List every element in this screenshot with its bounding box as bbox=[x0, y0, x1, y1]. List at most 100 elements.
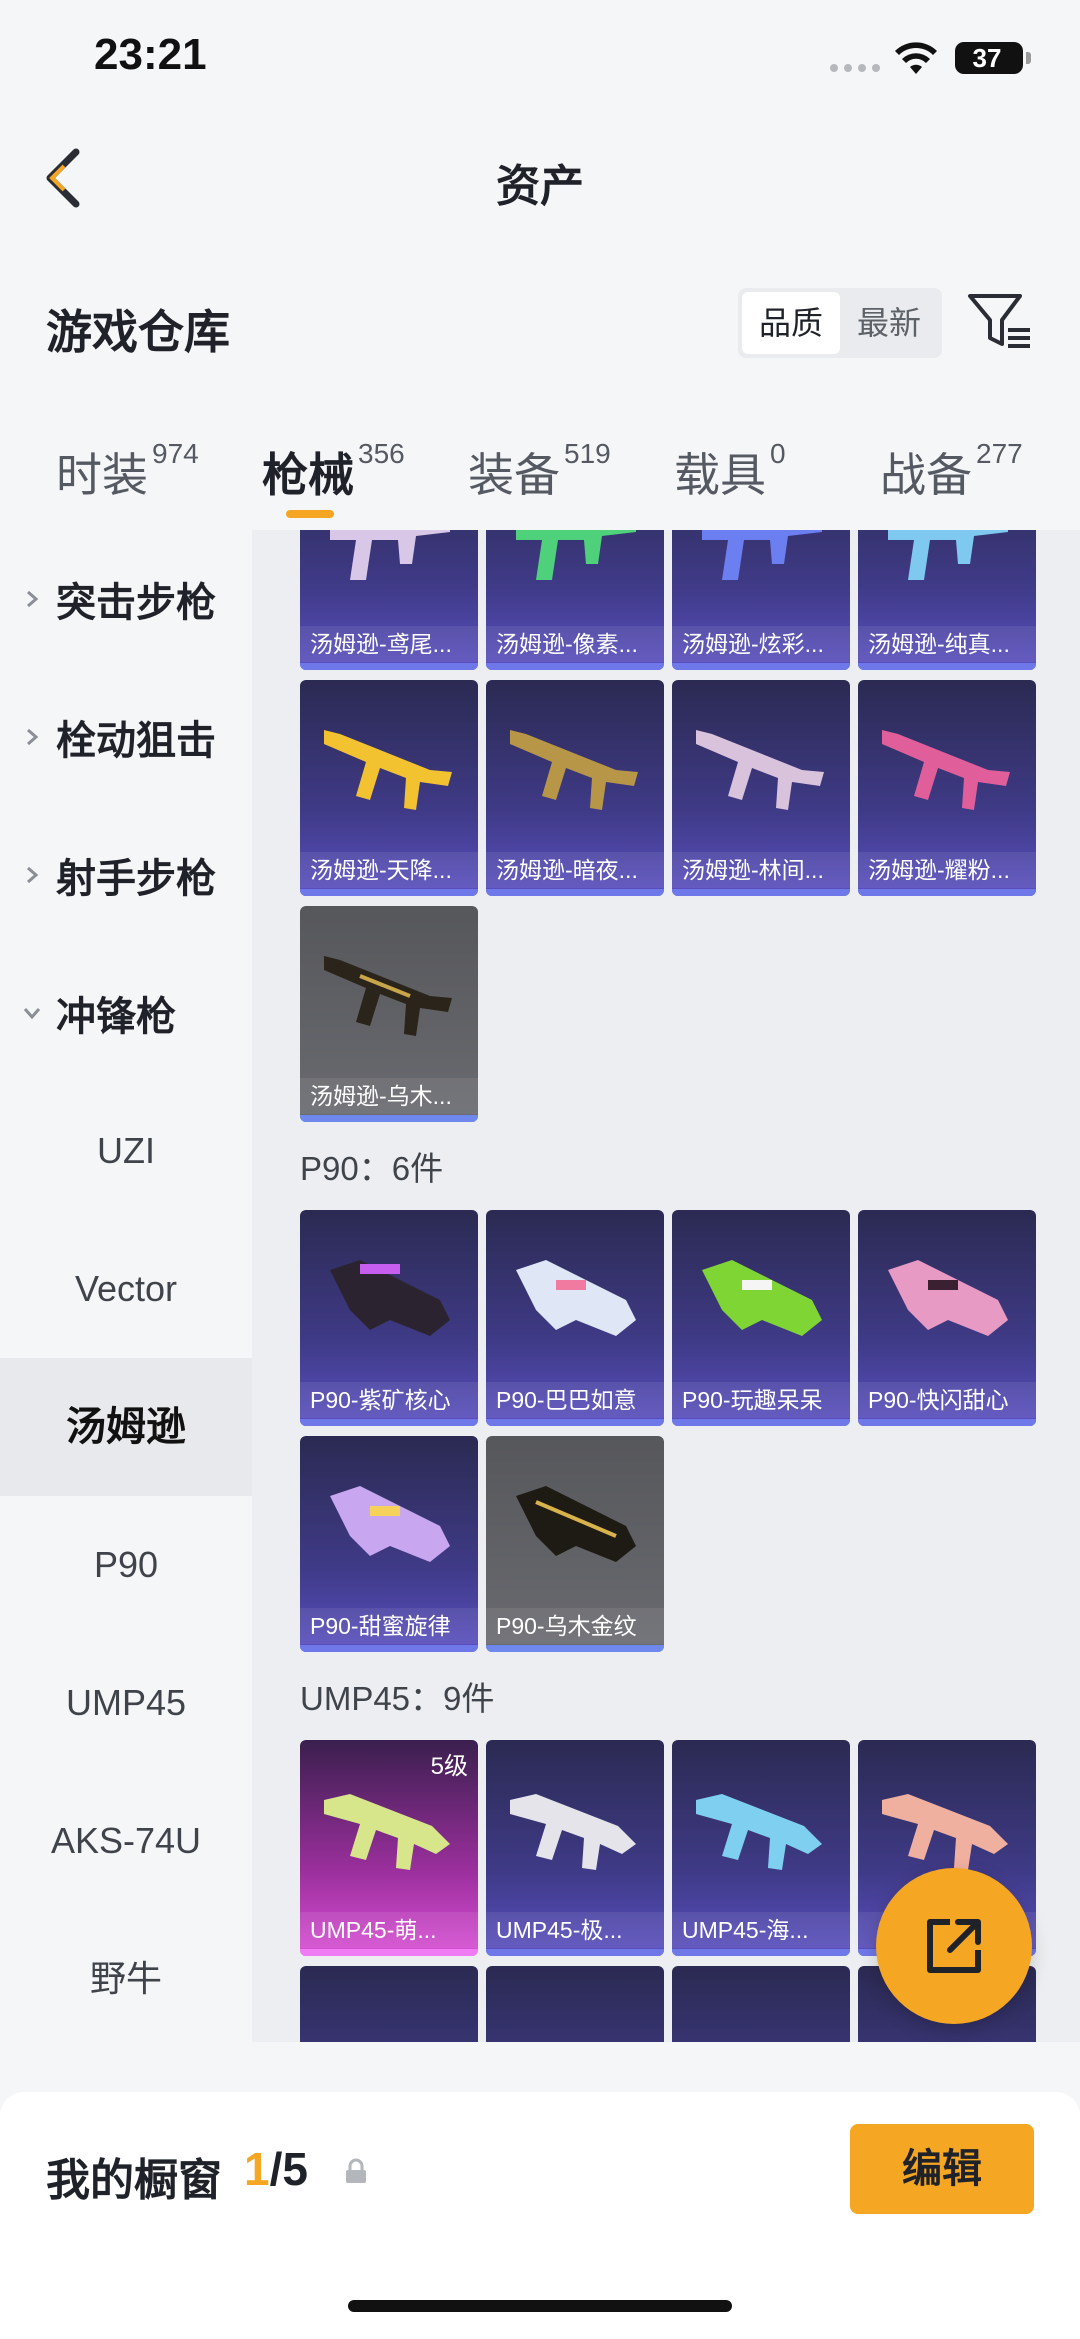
item-card[interactable]: P90-甜蜜旋律 bbox=[300, 1436, 478, 1652]
edit-button[interactable]: 编辑 bbox=[850, 2124, 1034, 2214]
item-card[interactable]: P90-玩趣呆呆 bbox=[672, 1210, 850, 1426]
rarity-bar bbox=[486, 889, 664, 896]
tab-firearms[interactable]: 枪械 356 bbox=[262, 438, 405, 505]
rarity-bar bbox=[858, 1419, 1036, 1426]
gun-icon bbox=[882, 730, 1010, 810]
gun-icon bbox=[324, 956, 452, 1036]
group-title-p90: P90：6件 bbox=[300, 1150, 444, 1187]
share-icon bbox=[927, 1919, 981, 1973]
item-card[interactable]: 汤姆逊-耀粉... bbox=[858, 680, 1036, 896]
showcase-total: /5 bbox=[269, 2143, 308, 2195]
item-name: P90-快闪甜心 bbox=[858, 1382, 1036, 1418]
sidebar-category-smg[interactable]: 冲锋枪 bbox=[0, 944, 252, 1082]
item-name: 汤姆逊-林间... bbox=[672, 852, 850, 888]
gun-icon bbox=[516, 1260, 636, 1336]
item-card[interactable]: UMP45-海... bbox=[672, 1740, 850, 1956]
warehouse-title: 游戏仓库 bbox=[46, 306, 230, 358]
item-card[interactable]: 汤姆逊-纯真... bbox=[858, 530, 1036, 670]
gun-icon bbox=[516, 1486, 636, 1562]
item-card[interactable]: 汤姆逊-乌木... bbox=[300, 906, 478, 1122]
sidebar-category-marksman-rifle[interactable]: 射手步枪 bbox=[0, 806, 252, 944]
sort-quality-button[interactable]: 品质 bbox=[742, 292, 840, 354]
rarity-bar bbox=[300, 1949, 478, 1956]
item-card[interactable]: UMP45-极... bbox=[486, 1740, 664, 1956]
sidebar-item-p90[interactable]: P90 bbox=[0, 1496, 252, 1634]
rarity-bar bbox=[300, 1645, 478, 1652]
sidebar-category-assault-rifle[interactable]: 突击步枪 bbox=[0, 530, 252, 668]
tab-count: 519 bbox=[564, 438, 611, 469]
sidebar-item-aks74u[interactable]: AKS-74U bbox=[0, 1772, 252, 1910]
rarity-bar bbox=[486, 663, 664, 670]
gun-icon bbox=[516, 530, 636, 580]
category-label: 突击步枪 bbox=[56, 581, 216, 625]
item-card[interactable]: 汤姆逊-炫彩... bbox=[672, 530, 850, 670]
item-card[interactable]: 汤姆逊-像素... bbox=[486, 530, 664, 670]
tab-count: 356 bbox=[358, 438, 405, 469]
sidebar-item-thompson[interactable]: 汤姆逊 bbox=[0, 1358, 252, 1496]
filter-icon[interactable] bbox=[966, 290, 1034, 354]
gun-icon bbox=[696, 1794, 822, 1870]
tab-label: 枪械 bbox=[262, 449, 354, 501]
item-card[interactable]: 汤姆逊-暗夜... bbox=[486, 680, 664, 896]
item-name: P90-巴巴如意 bbox=[486, 1382, 664, 1418]
item-card[interactable]: P90-乌木金纹 bbox=[486, 1436, 664, 1652]
sidebar-item-vector[interactable]: Vector bbox=[0, 1220, 252, 1358]
item-name: P90-甜蜜旋律 bbox=[300, 1608, 478, 1644]
item-name: 汤姆逊-纯真... bbox=[858, 626, 1036, 662]
item-name: P90-乌木金纹 bbox=[486, 1608, 664, 1644]
gun-icon bbox=[888, 1260, 1008, 1336]
item-card[interactable]: 汤姆逊-鸢尾... bbox=[300, 530, 478, 670]
status-bar: 23:21 37 bbox=[0, 0, 1080, 120]
share-button[interactable] bbox=[876, 1868, 1032, 2024]
item-card[interactable]: P90-巴巴如意 bbox=[486, 1210, 664, 1426]
sidebar-category-bolt-sniper[interactable]: 栓动狙击 bbox=[0, 668, 252, 806]
gun-icon bbox=[696, 730, 824, 810]
item-card[interactable] bbox=[486, 1966, 664, 2042]
lock-icon bbox=[346, 2158, 366, 2183]
group-title-ump45: UMP45：9件 bbox=[300, 1680, 495, 1717]
chevron-down-icon bbox=[23, 1008, 41, 1020]
sidebar-item-ump45[interactable]: UMP45 bbox=[0, 1634, 252, 1772]
item-card[interactable]: 5级 UMP45-萌... bbox=[300, 1740, 478, 1956]
battery-icon: 37 bbox=[955, 42, 1023, 74]
status-time: 23:21 bbox=[94, 30, 207, 79]
rarity-bar bbox=[672, 1949, 850, 1956]
chevron-right-icon bbox=[27, 728, 39, 746]
item-card[interactable] bbox=[672, 1966, 850, 2042]
item-card[interactable]: 汤姆逊-林间... bbox=[672, 680, 850, 896]
item-name: UMP45-极... bbox=[486, 1912, 664, 1948]
item-card[interactable]: 汤姆逊-天降... bbox=[300, 680, 478, 896]
gun-icon bbox=[510, 1794, 636, 1870]
chevron-right-icon bbox=[27, 866, 39, 884]
sort-latest-button[interactable]: 最新 bbox=[840, 292, 938, 354]
rarity-bar bbox=[486, 1419, 664, 1426]
tab-vehicles[interactable]: 载具 0 bbox=[674, 438, 786, 505]
category-label: 射手步枪 bbox=[56, 857, 216, 901]
gun-icon bbox=[882, 1794, 1008, 1870]
gun-icon bbox=[324, 730, 452, 810]
item-name: UMP45-萌... bbox=[300, 1912, 478, 1948]
showcase-current: 1 bbox=[244, 2143, 270, 2195]
wifi-icon bbox=[895, 42, 937, 74]
tab-equipment[interactable]: 装备 519 bbox=[468, 438, 611, 505]
rarity-bar bbox=[486, 1645, 664, 1652]
battery-level: 37 bbox=[972, 43, 1002, 73]
rarity-bar bbox=[672, 663, 850, 670]
rarity-bar bbox=[486, 1949, 664, 1956]
tab-supplies[interactable]: 战备 277 bbox=[880, 438, 1023, 505]
item-card[interactable] bbox=[300, 1966, 478, 2042]
item-card[interactable]: P90-紫矿核心 bbox=[300, 1210, 478, 1426]
sidebar-item-bizon[interactable]: 野牛 bbox=[0, 1910, 252, 2042]
item-grid: 汤姆逊-鸢尾... 汤姆逊-像素... 汤姆逊-炫彩... 汤姆逊-纯真... … bbox=[252, 530, 1080, 2042]
sidebar-item-uzi[interactable]: UZI bbox=[0, 1082, 252, 1220]
gun-icon bbox=[330, 530, 450, 580]
item-name: P90-紫矿核心 bbox=[300, 1382, 478, 1418]
item-name: P90-玩趣呆呆 bbox=[672, 1382, 850, 1418]
rarity-bar bbox=[858, 889, 1036, 896]
battery-cap bbox=[1026, 52, 1031, 64]
item-name: UMP45-海... bbox=[672, 1912, 850, 1948]
tab-fashion[interactable]: 时装 974 bbox=[56, 438, 199, 505]
gun-icon bbox=[324, 1794, 450, 1870]
page-title: 资产 bbox=[496, 162, 584, 211]
item-card[interactable]: P90-快闪甜心 bbox=[858, 1210, 1036, 1426]
